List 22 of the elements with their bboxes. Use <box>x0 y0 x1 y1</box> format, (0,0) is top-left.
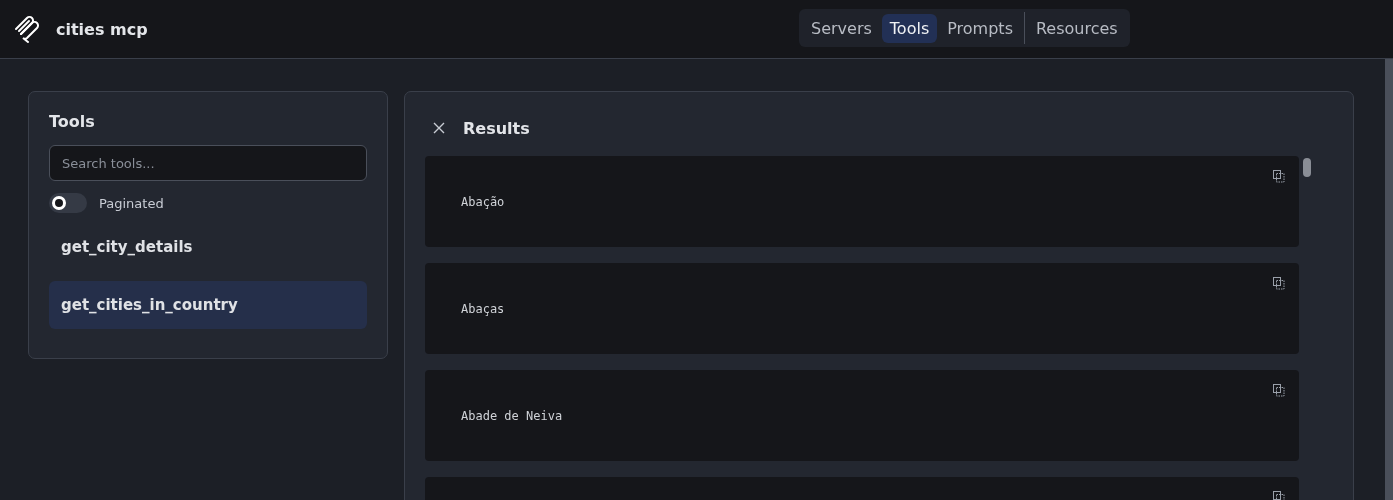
copy-icon[interactable] <box>1273 170 1285 183</box>
result-text: Abaças <box>461 301 505 316</box>
tool-list-item[interactable]: get_cities_in_country <box>49 281 367 329</box>
tool-list-item[interactable]: get_city_details <box>49 223 367 271</box>
search-field[interactable]: Search tools... <box>49 145 367 181</box>
panel-title: Results <box>463 118 530 138</box>
toggle-switch[interactable] <box>49 193 87 213</box>
copy-icon[interactable] <box>1273 384 1285 397</box>
panel-title: Tools <box>49 112 96 131</box>
app-title: cities mcp <box>56 19 148 39</box>
nav-tab[interactable]: Servers <box>803 13 880 43</box>
toggle-label: Paginated <box>99 195 164 211</box>
nav-tab[interactable]: Prompts <box>939 13 1021 43</box>
result-text: Abação <box>461 194 505 209</box>
nav-tab[interactable]: Resources <box>1027 13 1126 43</box>
result-text: Abade de Neiva <box>461 408 563 423</box>
scrollbar-thumb[interactable] <box>1303 158 1311 177</box>
nav-tab[interactable]: Tools <box>881 13 938 43</box>
copy-icon[interactable] <box>1273 277 1285 290</box>
close-icon[interactable] <box>433 122 445 134</box>
paperclip-logo-icon <box>14 15 40 43</box>
page-scrollbar[interactable] <box>1385 59 1393 500</box>
